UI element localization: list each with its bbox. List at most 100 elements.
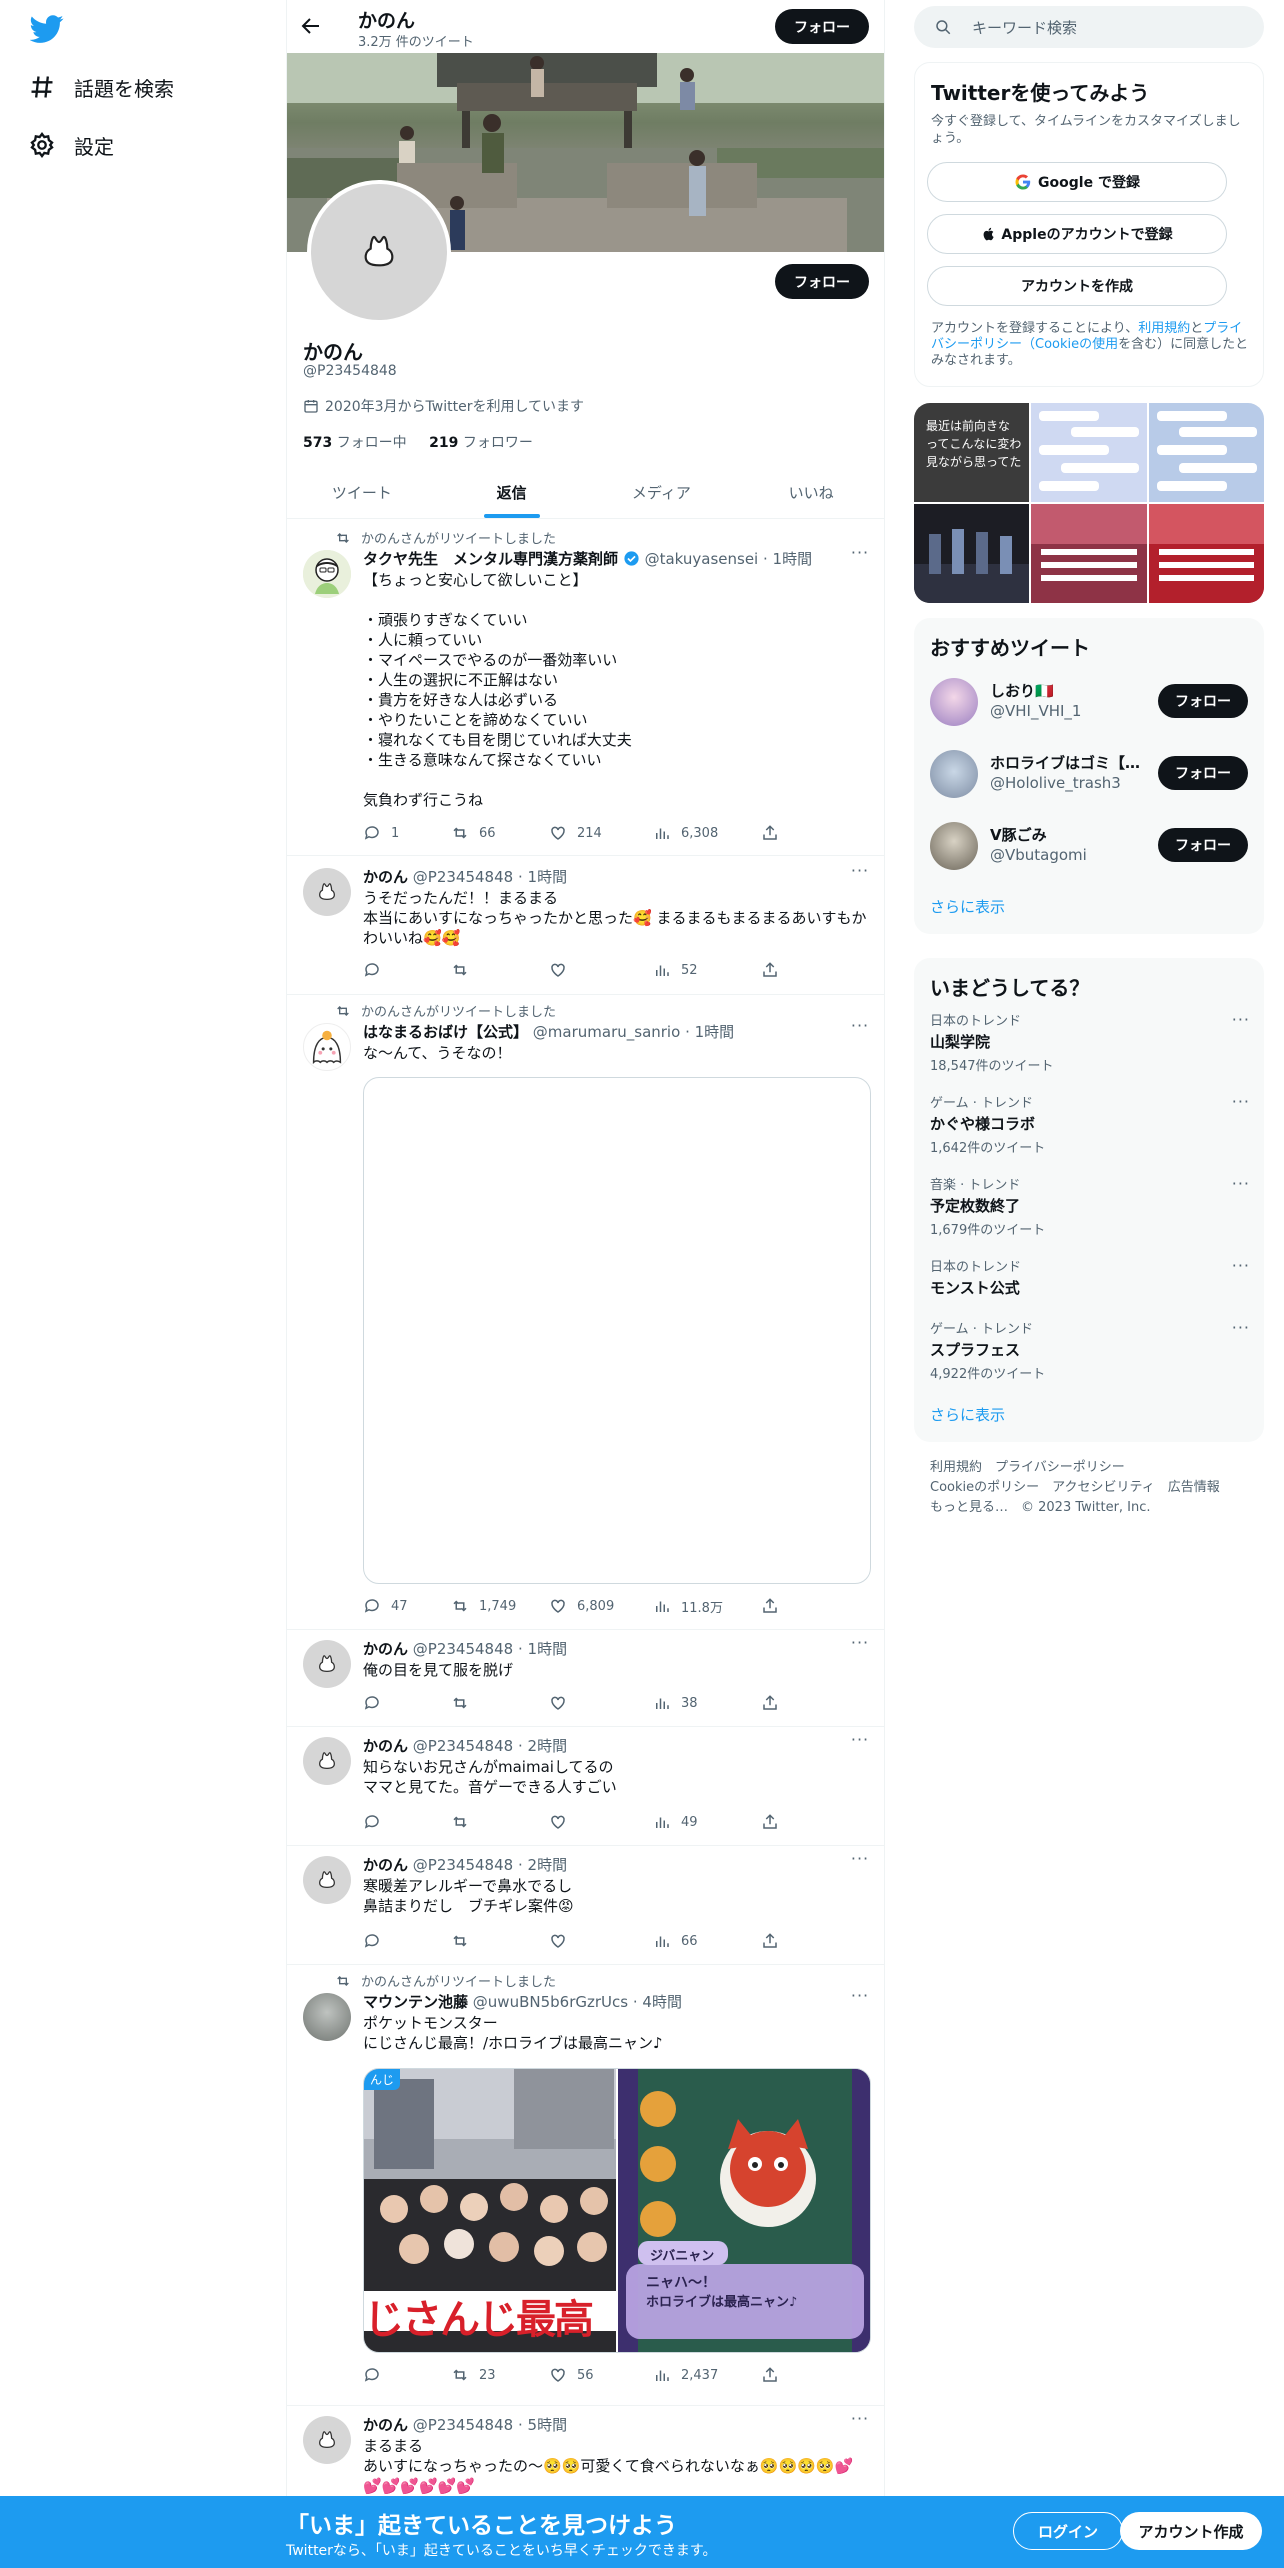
- more-options-icon[interactable]: ···: [1232, 1318, 1250, 1337]
- apple-signup-button[interactable]: Appleのアカウントで登録: [927, 214, 1227, 254]
- avatar[interactable]: [303, 1640, 351, 1688]
- reply-button[interactable]: 1: [363, 823, 399, 843]
- following-link[interactable]: 573 フォロー中: [303, 435, 407, 451]
- avatar[interactable]: [303, 1737, 351, 1785]
- tweet-author-name[interactable]: タクヤ先生 メンタル専門漢方薬剤師: [363, 550, 618, 568]
- trend-item[interactable]: 日本のトレンド モンスト公式 ···: [930, 1256, 1250, 1298]
- retweet-button[interactable]: [451, 1931, 479, 1951]
- more-options-icon[interactable]: ···: [1232, 1256, 1250, 1275]
- retweet-button[interactable]: 1,749: [451, 1596, 516, 1616]
- tweet[interactable]: かのん @P23454848 · 2時間 ··· 知らないお兄さんがmaimai…: [287, 1727, 884, 1846]
- views-button[interactable]: 49: [653, 1812, 698, 1832]
- tweet-author-handle[interactable]: @marumaru_sanrio: [533, 1023, 680, 1041]
- google-signup-button[interactable]: Google で登録: [927, 162, 1227, 202]
- reply-button[interactable]: 47: [363, 1596, 408, 1616]
- avatar[interactable]: [303, 1856, 351, 1904]
- share-button[interactable]: [761, 1931, 789, 1951]
- reply-button[interactable]: [363, 1693, 391, 1713]
- tweet[interactable]: かのんさんがリツイートしました タクヤ先生 メンタル専門漢方薬剤師 @takuy…: [287, 520, 884, 856]
- views-button[interactable]: 2,437: [653, 2365, 718, 2385]
- nav-explore[interactable]: 話題を検索: [28, 65, 174, 109]
- tweet-media-photo-left[interactable]: んじ じさんじ最高: [364, 2069, 616, 2352]
- views-button[interactable]: 6,308: [653, 823, 718, 843]
- views-button[interactable]: 66: [653, 1931, 698, 1951]
- avatar[interactable]: [303, 868, 351, 916]
- tweet[interactable]: かのん @P23454848 · 1時間 ··· うそだったんだ！！まるまる 本…: [287, 856, 884, 995]
- recommend-user[interactable]: V豚ごみ @Vbutagomi フォロー: [930, 818, 1250, 874]
- like-button[interactable]: [549, 1931, 577, 1951]
- tweet-time[interactable]: · 1時間: [763, 550, 812, 568]
- tweet-author-handle[interactable]: @P23454848: [413, 868, 513, 886]
- share-button[interactable]: [761, 1693, 789, 1713]
- tab-media[interactable]: メディア: [587, 466, 737, 518]
- like-button[interactable]: [549, 1812, 577, 1832]
- retweet-button[interactable]: [451, 960, 479, 980]
- tweet-author-handle[interactable]: @P23454848: [413, 1856, 513, 1874]
- top-follow-button[interactable]: フォロー: [775, 9, 869, 44]
- media-thumb[interactable]: [914, 504, 1029, 603]
- tweet-author-handle[interactable]: @uwuBN5b6rGzrUcs: [473, 1993, 628, 2011]
- nav-settings[interactable]: 設定: [28, 123, 114, 167]
- recommend-follow-button[interactable]: フォロー: [1158, 756, 1248, 790]
- tweet-author-handle[interactable]: @P23454848: [413, 1737, 513, 1755]
- tweet-author-name[interactable]: マウンテン池藤: [363, 1993, 468, 2011]
- tweet-author-name[interactable]: かのん: [363, 1856, 408, 1874]
- followers-link[interactable]: 219 フォロワー: [429, 435, 533, 451]
- more-options-icon[interactable]: ···: [1232, 1010, 1250, 1029]
- tweet-author-handle[interactable]: @P23454848: [413, 2416, 513, 2434]
- media-thumb[interactable]: [1031, 403, 1147, 502]
- tweet-media-grid[interactable]: んじ じさんじ最高 ジバニャン ニャハ〜！ ホロライブは最高ニャン♪: [363, 2068, 871, 2353]
- tweet-time[interactable]: · 1時間: [518, 868, 567, 886]
- like-button[interactable]: [549, 1693, 577, 1713]
- recommend-user[interactable]: ホロライブはゴミ【… @Hololive_trash3 フォロー: [930, 746, 1250, 802]
- trend-item[interactable]: 日本のトレンド 山梨学院 18,547件のツイート ···: [930, 1010, 1250, 1074]
- trend-item[interactable]: ゲーム · トレンド かぐや様コラボ 1,642件のツイート ···: [930, 1092, 1250, 1156]
- more-options-icon[interactable]: ···: [1232, 1174, 1250, 1193]
- views-button[interactable]: 11.8万: [653, 1596, 723, 1616]
- recommend-show-more[interactable]: さらに表示: [930, 896, 1005, 917]
- tweet-time[interactable]: · 4時間: [633, 1993, 682, 2011]
- media-thumb[interactable]: [1031, 504, 1147, 603]
- retweet-button[interactable]: [451, 1693, 479, 1713]
- more-options-icon[interactable]: ···: [850, 1018, 870, 1039]
- tweet[interactable]: かのん @P23454848 · 1時間 ··· 俺の目を見て服を脱げ 38: [287, 1630, 884, 1727]
- more-options-icon[interactable]: ···: [850, 545, 870, 566]
- tab-replies[interactable]: 返信: [437, 466, 587, 518]
- recommend-follow-button[interactable]: フォロー: [1158, 684, 1248, 718]
- media-thumb[interactable]: 最近は前向きな ってこんなに変わ 見ながら思ってた: [914, 403, 1029, 502]
- profile-avatar[interactable]: [307, 180, 451, 324]
- like-button[interactable]: 214: [549, 823, 602, 843]
- back-arrow-icon[interactable]: [299, 14, 323, 38]
- avatar[interactable]: [303, 1993, 351, 2041]
- share-button[interactable]: [761, 2365, 789, 2385]
- search-box[interactable]: キーワード検索: [914, 6, 1264, 48]
- like-button[interactable]: 6,809: [549, 1596, 614, 1616]
- tweet-time[interactable]: · 2時間: [518, 1856, 567, 1874]
- more-options-icon[interactable]: ···: [850, 1732, 870, 1753]
- tweet-media-photo-right[interactable]: ジバニャン ニャハ〜！ ホロライブは最高ニャン♪: [618, 2069, 870, 2352]
- trend-item[interactable]: ゲーム · トレンド スプラフェス 4,922件のツイート ···: [930, 1318, 1250, 1382]
- trend-item[interactable]: 音楽 · トレンド 予定枚数終了 1,679件のツイート ···: [930, 1174, 1250, 1238]
- more-options-icon[interactable]: ···: [850, 1635, 870, 1656]
- tab-likes[interactable]: いいね: [736, 466, 884, 518]
- share-button[interactable]: [761, 823, 789, 843]
- views-button[interactable]: 52: [653, 960, 698, 980]
- tweet-time[interactable]: · 1時間: [685, 1023, 734, 1041]
- tweet-author-handle[interactable]: @takuyasensei: [645, 550, 759, 568]
- trends-show-more[interactable]: さらに表示: [930, 1404, 1005, 1425]
- profile-follow-button[interactable]: フォロー: [775, 264, 869, 299]
- avatar[interactable]: [303, 2416, 351, 2464]
- create-account-button[interactable]: アカウントを作成: [927, 266, 1227, 306]
- tweet-author-name[interactable]: はなまるおばけ【公式】: [363, 1023, 528, 1041]
- more-options-icon[interactable]: ···: [1232, 1092, 1250, 1111]
- signup-button[interactable]: アカウント作成: [1120, 2512, 1262, 2550]
- tweet-time[interactable]: · 2時間: [518, 1737, 567, 1755]
- reply-button[interactable]: [363, 1812, 391, 1832]
- tweet-author-name[interactable]: かのん: [363, 1737, 408, 1755]
- terms-link[interactable]: 利用規約: [1138, 321, 1190, 336]
- twitter-logo-icon[interactable]: [30, 12, 64, 46]
- more-options-icon[interactable]: ···: [850, 1851, 870, 1872]
- retweet-button[interactable]: 23: [451, 2365, 496, 2385]
- tweet-author-name[interactable]: かのん: [363, 2416, 408, 2434]
- share-button[interactable]: [761, 1596, 789, 1616]
